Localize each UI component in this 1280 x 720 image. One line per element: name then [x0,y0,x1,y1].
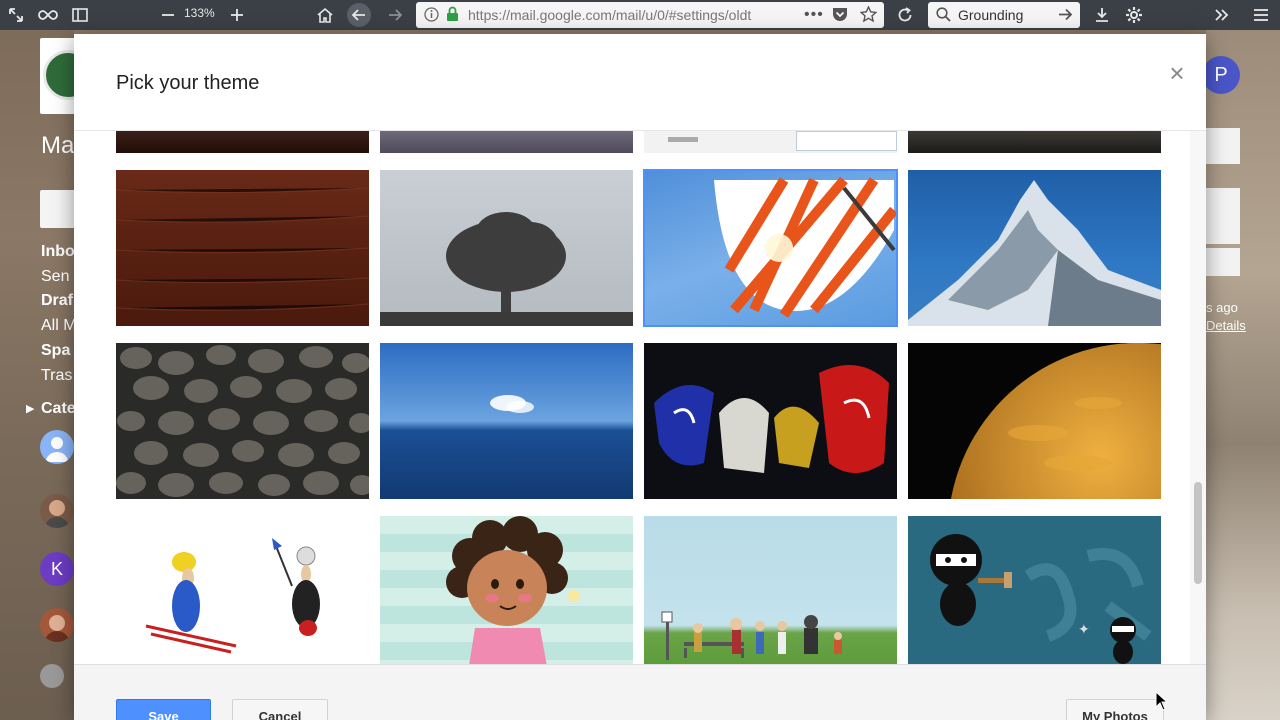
nav-trash[interactable]: Tras [41,367,72,385]
dialog-title: Pick your theme [116,72,260,94]
reload-icon[interactable] [893,3,917,27]
bookmark-star-icon[interactable] [859,5,878,28]
contact-avatar-k[interactable]: K [40,552,74,586]
zoom-out-icon[interactable] [156,3,180,27]
theme-thumbnail-partial[interactable] [644,131,897,153]
theme-thumbnail-partial[interactable] [380,131,633,153]
theme-thumbnail-wood[interactable] [116,170,369,326]
download-icon[interactable] [1090,3,1114,27]
theme-thumbnail-planet[interactable] [908,343,1161,499]
overflow-chevron-icon[interactable] [1210,3,1234,27]
theme-thumbnail-mountain[interactable] [908,170,1161,326]
my-photos-button[interactable]: My Photos [1066,699,1164,720]
compose-button-partial[interactable] [40,190,74,228]
close-icon[interactable]: × [1166,60,1188,86]
url-text[interactable]: https://mail.google.com/mail/u/0/#settin… [468,7,758,23]
last-activity-text: s ago [1206,300,1238,315]
panel-partial [1206,188,1240,244]
search-go-icon[interactable] [1058,7,1073,27]
details-link[interactable]: Details [1206,318,1246,333]
back-icon[interactable] [347,3,371,27]
sidebar-icon[interactable] [68,3,92,27]
theme-thumbnail-pebbles[interactable] [116,343,369,499]
search-bar[interactable]: Grounding [928,2,1080,28]
cancel-button[interactable]: Cancel [232,699,328,720]
save-button[interactable]: Save [116,699,211,720]
contact-avatar[interactable] [40,494,74,528]
nav-sent[interactable]: Sen [41,268,69,286]
nav-inbox[interactable]: Inbo [41,243,75,261]
theme-thumbnail-partial[interactable] [908,131,1161,153]
info-icon[interactable] [424,7,439,27]
scrollbar-thumb[interactable] [1194,482,1202,584]
search-input[interactable]: Grounding [958,7,1023,23]
forward-icon[interactable] [383,3,407,27]
zoom-in-icon[interactable] [225,3,249,27]
scrollbar-track[interactable] [1190,131,1206,664]
theme-thumbnail-girl-cartoon[interactable] [380,516,633,664]
panel-partial [1206,248,1240,276]
contact-avatar[interactable] [40,664,64,688]
settings-dropdown-partial[interactable] [1206,128,1240,164]
pocket-icon[interactable] [832,6,848,27]
theme-thumbnail-ocean[interactable] [380,343,633,499]
theme-thumbnail-skiing-cartoon[interactable] [116,516,369,664]
nav-spam[interactable]: Spa [41,342,70,360]
svg-text:✦: ✦ [1078,622,1090,638]
theme-picker-dialog: Pick your theme × ✦ Save Cancel My Photo… [74,34,1206,720]
theme-thumbnail-park-cartoon[interactable] [644,516,897,664]
theme-thumbnail-beach-umbrella[interactable] [643,169,898,327]
theme-thumbnail-partial[interactable] [116,131,369,153]
more-icon[interactable]: ••• [804,6,824,24]
settings-gear-icon[interactable] [1122,3,1146,27]
lock-icon [446,6,459,27]
gmail-title-partial: Ma [41,132,75,159]
nav-all-mail[interactable]: All M [41,317,77,335]
nav-drafts[interactable]: Draf [41,292,73,310]
theme-grid: ✦ [74,131,1190,664]
theme-thumbnail-ninja-cartoon[interactable]: ✦ [908,516,1161,664]
theme-thumbnail-graffiti[interactable] [644,343,897,499]
dialog-footer: Save Cancel My Photos [74,664,1206,720]
mouse-cursor-icon [1155,691,1169,711]
nav-categories[interactable]: Cate [41,400,76,418]
infinity-icon[interactable] [36,3,60,27]
expand-arrow-icon[interactable]: ▶ [26,402,34,415]
fullscreen-icon[interactable] [4,3,28,27]
zoom-level: 133% [184,6,215,20]
url-bar[interactable]: https://mail.google.com/mail/u/0/#settin… [416,2,884,28]
hangouts-avatar[interactable] [40,430,74,464]
browser-toolbar: 133% https://mail.google.com/mail/u/0/#s… [0,0,1280,30]
organization-logo [40,38,74,114]
contact-avatar[interactable] [40,608,74,642]
hamburger-menu-icon[interactable] [1249,3,1273,27]
theme-thumbnail-tree[interactable] [380,170,633,326]
home-icon[interactable] [313,3,337,27]
search-icon [936,7,951,27]
account-avatar[interactable]: P [1202,56,1240,94]
